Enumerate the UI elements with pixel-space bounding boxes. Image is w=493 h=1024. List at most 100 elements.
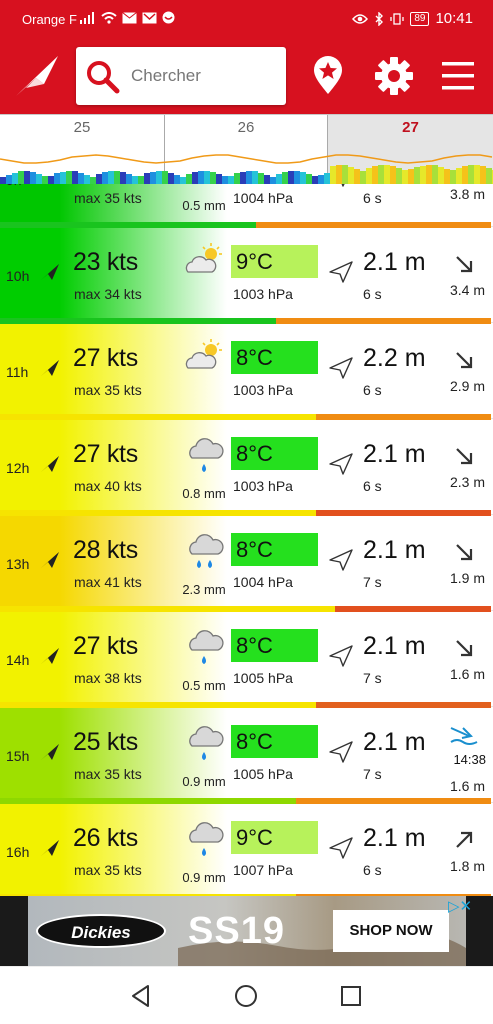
wind-direction-icon bbox=[41, 264, 59, 280]
pressure: 1003 hPa bbox=[233, 286, 293, 302]
histogram-bar bbox=[438, 167, 444, 185]
ad-headline: SS19 bbox=[188, 910, 285, 952]
swell-direction-icon bbox=[456, 352, 473, 369]
system-nav-bar bbox=[0, 966, 493, 1024]
search-box[interactable]: Chercher bbox=[76, 47, 286, 105]
histogram-bar bbox=[408, 169, 414, 185]
hamburger-menu-icon[interactable] bbox=[438, 56, 478, 96]
forecast-hour: 10h bbox=[6, 268, 30, 284]
ad-brand-logo: Dickies bbox=[36, 914, 166, 948]
temperature: 8°C bbox=[231, 533, 318, 566]
wave-height: 2.1 m bbox=[363, 536, 426, 564]
precipitation: 0.5 mm bbox=[182, 198, 226, 213]
wind-direction-icon bbox=[41, 648, 59, 664]
favorite-location-icon[interactable] bbox=[308, 56, 348, 96]
wave-direction-icon bbox=[341, 184, 345, 187]
forecast-hour: 14h bbox=[6, 652, 30, 668]
swell-direction-icon bbox=[456, 256, 473, 273]
swell-height: 1.6 m bbox=[449, 778, 485, 794]
ad-choices-icon[interactable]: ▷✕ bbox=[448, 897, 472, 915]
histogram-bar bbox=[456, 168, 462, 185]
forecast-row[interactable]: 13h 28 kts max 41 kts 2.3 mm 8°C 1004 hPa 2.1 … bbox=[0, 516, 493, 613]
back-icon[interactable] bbox=[128, 983, 154, 1009]
histogram-bar bbox=[366, 168, 372, 185]
search-icon bbox=[87, 61, 120, 94]
clock: 10:41 bbox=[435, 10, 473, 27]
histogram-bar bbox=[114, 171, 120, 185]
wind-direction-icon bbox=[41, 552, 59, 568]
histogram-bar bbox=[72, 171, 78, 185]
app-notification-icon bbox=[162, 11, 175, 24]
forecast-hour: 9h bbox=[6, 184, 22, 188]
precipitation: 2.3 mm bbox=[182, 582, 226, 597]
pressure: 1005 hPa bbox=[233, 670, 293, 686]
forecast-row[interactable]: 15h 25 kts max 35 kts 0.9 mm 8°C 1005 hPa 2.1 … bbox=[0, 708, 493, 805]
ad-banner[interactable]: Dickies SS19 SHOP NOW ▷✕ bbox=[0, 896, 493, 966]
histogram-bar bbox=[486, 168, 492, 185]
pressure: 1005 hPa bbox=[233, 766, 293, 782]
wave-period: 6 s bbox=[363, 478, 382, 494]
histogram-bar bbox=[384, 165, 390, 185]
histogram-bar bbox=[420, 166, 426, 185]
histogram-bar bbox=[462, 166, 468, 185]
home-icon[interactable] bbox=[233, 983, 259, 1009]
bluetooth-icon bbox=[375, 11, 384, 26]
wind-speed: 23 kts bbox=[73, 248, 138, 276]
histogram-bar bbox=[426, 165, 432, 185]
wave-direction-icon bbox=[329, 741, 353, 763]
signal-icon bbox=[80, 11, 94, 24]
carrier-name: Orange F bbox=[22, 12, 77, 27]
windy-app-logo[interactable] bbox=[14, 54, 60, 98]
histogram-bar bbox=[480, 166, 486, 185]
forecast-row[interactable]: 11h 27 kts max 35 kts 8°C 1003 hPa 2.2 m 6 s 2.… bbox=[0, 324, 493, 421]
wind-direction-icon bbox=[41, 744, 59, 760]
ad-shop-now-button[interactable]: SHOP NOW bbox=[333, 910, 449, 952]
weather-icon bbox=[189, 822, 224, 856]
histogram-bar bbox=[204, 171, 210, 185]
histogram-line bbox=[0, 154, 493, 164]
wind-gust: max 34 kts bbox=[74, 286, 142, 302]
histogram-bar bbox=[450, 170, 456, 185]
histogram-bar bbox=[372, 166, 378, 185]
histogram-bar bbox=[402, 170, 408, 185]
pressure: 1003 hPa bbox=[233, 478, 293, 494]
wind-gust: max 35 kts bbox=[74, 766, 142, 782]
histogram-bar bbox=[156, 171, 162, 185]
day-label: 25 bbox=[73, 119, 91, 136]
recents-icon[interactable] bbox=[338, 983, 364, 1009]
forecast-list[interactable]: 9h max 35 kts 0.5 mm 1004 hPa 6 s 3.8 m 10h 23 … bbox=[0, 184, 493, 896]
temperature: 8°C bbox=[231, 437, 318, 470]
pressure: 1004 hPa bbox=[233, 574, 293, 590]
wave-direction-icon bbox=[329, 549, 353, 571]
weather-icon bbox=[184, 184, 224, 194]
battery-level: 89 bbox=[410, 11, 430, 26]
wave-period: 6 s bbox=[363, 190, 382, 206]
wind-gust: max 41 kts bbox=[74, 574, 142, 590]
histogram-bar bbox=[162, 171, 168, 185]
histogram-bar bbox=[360, 171, 366, 185]
swell-height: 3.8 m bbox=[449, 186, 485, 202]
precipitation: 0.9 mm bbox=[182, 774, 226, 789]
forecast-row[interactable]: 16h 26 kts max 35 kts 0.9 mm 9°C 1007 hPa 2.1 … bbox=[0, 804, 493, 896]
forecast-row[interactable]: 14h 27 kts max 38 kts 0.5 mm 8°C 1005 hPa 2.1 … bbox=[0, 612, 493, 709]
ad-image[interactable]: Dickies SS19 SHOP NOW ▷✕ bbox=[28, 896, 472, 966]
wave-height: 2.1 m bbox=[363, 248, 426, 276]
forecast-row[interactable]: 12h 27 kts max 40 kts 0.8 mm 8°C 1003 hPa 2.1 … bbox=[0, 420, 493, 517]
forecast-row[interactable]: 10h 23 kts max 34 kts 9°C 1003 hPa 2.1 m 6 s 3.… bbox=[0, 228, 493, 325]
histogram-bar bbox=[330, 166, 336, 185]
gmail-icon bbox=[142, 12, 157, 23]
forecast-row[interactable]: 9h max 35 kts 0.5 mm 1004 hPa 6 s 3.8 m bbox=[0, 184, 493, 229]
temperature: 8°C bbox=[231, 629, 318, 662]
histogram-bar bbox=[288, 171, 294, 185]
search-input[interactable]: Chercher bbox=[131, 66, 201, 86]
histogram-bar bbox=[348, 167, 354, 185]
app-bar: Chercher bbox=[0, 38, 493, 114]
gear-icon[interactable] bbox=[374, 56, 414, 96]
pressure: 1007 hPa bbox=[233, 862, 293, 878]
wave-height: 2.1 m bbox=[363, 728, 426, 756]
swell-direction-icon bbox=[456, 640, 473, 657]
wind-speed: 27 kts bbox=[73, 344, 138, 372]
wind-direction-icon bbox=[41, 360, 59, 376]
histogram-bar bbox=[294, 171, 300, 185]
histogram-bar bbox=[336, 165, 342, 185]
